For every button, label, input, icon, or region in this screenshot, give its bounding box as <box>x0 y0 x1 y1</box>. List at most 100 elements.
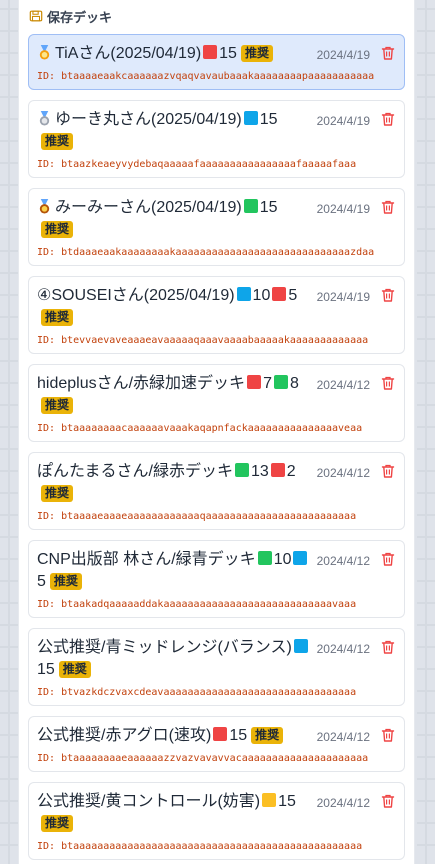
deck-name: ④SOUSEIさん(2025/04/19) <box>37 287 235 304</box>
red-color-square-icon <box>203 45 218 59</box>
deck-card[interactable]: CNP出版部 林さん/緑青デッキ 10 5 推奨 2024/4/12 ID: btaaka… <box>28 540 405 618</box>
deck-id-label: ID: <box>37 247 56 258</box>
color-count: 15 <box>259 111 278 128</box>
trash-icon <box>381 728 395 742</box>
recommended-badge: 推奨 <box>58 661 91 678</box>
deck-title: ぽんたまるさん/緑赤デッキ 13 2 推奨 <box>37 461 317 505</box>
deck-meta: 2024/4/12 <box>317 461 396 483</box>
deck-header-row: ④SOUSEIさん(2025/04/19) 10 5 推奨 2024/4/19 <box>37 285 396 329</box>
deck-title: みーみーさん(2025/04/19) 15 推奨 <box>37 197 317 241</box>
deck-id: ID: btaaaaaaaaaaaaaaaaaaaaaaaaaaaaaaaaaa… <box>37 841 396 852</box>
deck-header-row: 公式推奨/赤アグロ(速攻) 15 推奨 2024/4/12 <box>37 725 396 747</box>
bronze-medal-icon <box>39 199 50 214</box>
red-color-square-icon <box>247 375 262 389</box>
color-count: 15 <box>259 199 278 216</box>
deck-card[interactable]: ゆーき丸さん(2025/04/19) 15 推奨 2024/4/19 ID: btaaz… <box>28 100 405 178</box>
recommended-badge: 推奨 <box>41 309 74 326</box>
deck-meta: 2024/4/12 <box>317 791 396 813</box>
green-color-square-icon <box>273 375 288 389</box>
deck-name: ゆーき丸さん(2025/04/19) <box>55 111 242 128</box>
delete-deck-button[interactable] <box>380 639 396 659</box>
delete-deck-button[interactable] <box>380 199 396 219</box>
deck-date: 2024/4/12 <box>316 730 370 744</box>
color-count: 10 <box>252 287 271 304</box>
trash-icon <box>381 640 395 654</box>
deck-id-label: ID: <box>37 511 56 522</box>
color-count: 7 <box>263 375 272 392</box>
deck-card[interactable]: 公式推奨/赤アグロ(速攻) 15 推奨 2024/4/12 ID: btaaaaaaaa… <box>28 716 405 772</box>
deck-meta: 2024/4/12 <box>317 725 396 747</box>
section-title: 保存デッキ <box>47 10 113 26</box>
recommended-badge: 推奨 <box>49 573 82 590</box>
deck-date: 2024/4/12 <box>316 642 370 656</box>
deck-date: 2024/4/19 <box>316 202 370 216</box>
deck-card[interactable]: ぽんたまるさん/緑赤デッキ 13 2 推奨 2024/4/12 ID: btaaaaeaa… <box>28 452 405 530</box>
silver-medal-icon <box>39 111 50 126</box>
deck-id-label: ID: <box>37 687 56 698</box>
deck-card[interactable]: hideplusさん/赤緑加速デッキ 7 8 推奨 2024/4/12 ID: btaaa… <box>28 364 405 442</box>
deck-id: ID: btvazkdczvaxcdeavaaaaaaaaaaaaaaaaaaa… <box>37 687 396 698</box>
deck-id-value: btaakadqaaaaaddakaaaaaaaaaaaaaaaaaaaaaaa… <box>61 599 357 610</box>
delete-deck-button[interactable] <box>380 287 396 307</box>
deck-meta: 2024/4/19 <box>317 285 396 307</box>
deck-date: 2024/4/12 <box>316 554 370 568</box>
deck-id-label: ID: <box>37 841 56 852</box>
deck-card[interactable]: みーみーさん(2025/04/19) 15 推奨 2024/4/19 ID: btdaa… <box>28 188 405 266</box>
deck-card[interactable]: 公式推奨/黄コントロール(妨害) 15 推奨 2024/4/12 ID: btaaaaa… <box>28 782 405 860</box>
delete-deck-button[interactable] <box>380 463 396 483</box>
trash-icon <box>381 112 395 126</box>
deck-name: CNP出版部 林さん/緑青デッキ <box>37 551 256 568</box>
deck-name: hideplusさん/赤緑加速デッキ <box>37 375 246 392</box>
deck-header-row: みーみーさん(2025/04/19) 15 推奨 2024/4/19 <box>37 197 396 241</box>
red-color-square-icon <box>272 287 287 301</box>
color-count: 15 <box>37 661 55 678</box>
color-count: 2 <box>286 463 296 480</box>
deck-name: 公式推奨/赤アグロ(速攻) <box>37 727 212 744</box>
recommended-badge: 推奨 <box>41 485 74 502</box>
deck-id-value: btaaaaaaaaeaaaaaazzvazvavavvacaaaaaaaaaa… <box>61 753 369 764</box>
deck-date: 2024/4/19 <box>316 290 370 304</box>
background-grid-right <box>417 0 435 864</box>
deck-date: 2024/4/12 <box>316 466 370 480</box>
green-color-square-icon <box>257 551 272 565</box>
deck-card[interactable]: ④SOUSEIさん(2025/04/19) 10 5 推奨 2024/4/19 ID: b… <box>28 276 405 354</box>
deck-id: ID: btdaaaeaakaaaaaaaakaaaaaaaaaaaaaaaaa… <box>37 247 396 258</box>
deck-meta: 2024/4/12 <box>317 637 396 659</box>
delete-deck-button[interactable] <box>380 793 396 813</box>
deck-id-label: ID: <box>37 159 56 170</box>
delete-deck-button[interactable] <box>380 45 396 65</box>
delete-deck-button[interactable] <box>380 375 396 395</box>
deck-title: ④SOUSEIさん(2025/04/19) 10 5 推奨 <box>37 285 317 329</box>
deck-name: 公式推奨/青ミッドレンジ(バランス) <box>37 639 292 656</box>
section-header: 保存デッキ <box>28 6 405 26</box>
red-color-square-icon <box>213 727 228 741</box>
background-grid-left <box>0 0 18 864</box>
trash-icon <box>381 46 395 60</box>
delete-deck-button[interactable] <box>380 111 396 131</box>
deck-title: CNP出版部 林さん/緑青デッキ 10 5 推奨 <box>37 549 317 593</box>
deck-date: 2024/4/19 <box>316 48 370 62</box>
deck-title: TiAさん(2025/04/19) 15 推奨 <box>37 43 317 65</box>
deck-name: TiAさん(2025/04/19) <box>55 45 202 62</box>
color-count: 13 <box>250 463 269 480</box>
deck-header-row: CNP出版部 林さん/緑青デッキ 10 5 推奨 2024/4/12 <box>37 549 396 593</box>
deck-id-label: ID: <box>37 71 56 82</box>
deck-meta: 2024/4/12 <box>317 373 396 395</box>
folder-icon <box>29 10 43 22</box>
delete-deck-button[interactable] <box>380 551 396 571</box>
deck-card[interactable]: TiAさん(2025/04/19) 15 推奨 2024/4/19 ID: btaaaa… <box>28 34 405 90</box>
trash-icon <box>381 794 395 808</box>
delete-deck-button[interactable] <box>380 727 396 747</box>
deck-name: ぽんたまるさん/緑赤デッキ <box>37 463 233 480</box>
recommended-badge: 推奨 <box>41 815 74 832</box>
deck-date: 2024/4/12 <box>316 796 370 810</box>
deck-list: TiAさん(2025/04/19) 15 推奨 2024/4/19 ID: btaaaa… <box>28 34 405 860</box>
deck-id-value: btvazkdczvaxcdeavaaaaaaaaaaaaaaaaaaaaaaa… <box>61 687 357 698</box>
deck-meta: 2024/4/12 <box>317 549 396 571</box>
deck-id-label: ID: <box>37 423 56 434</box>
color-count: 5 <box>37 573 46 590</box>
deck-id-label: ID: <box>37 335 56 346</box>
deck-card[interactable]: 公式推奨/青ミッドレンジ(バランス) 15 推奨 2024/4/12 ID: btvaz… <box>28 628 405 706</box>
trash-icon <box>381 552 395 566</box>
deck-name: みーみーさん(2025/04/19) <box>55 199 242 216</box>
